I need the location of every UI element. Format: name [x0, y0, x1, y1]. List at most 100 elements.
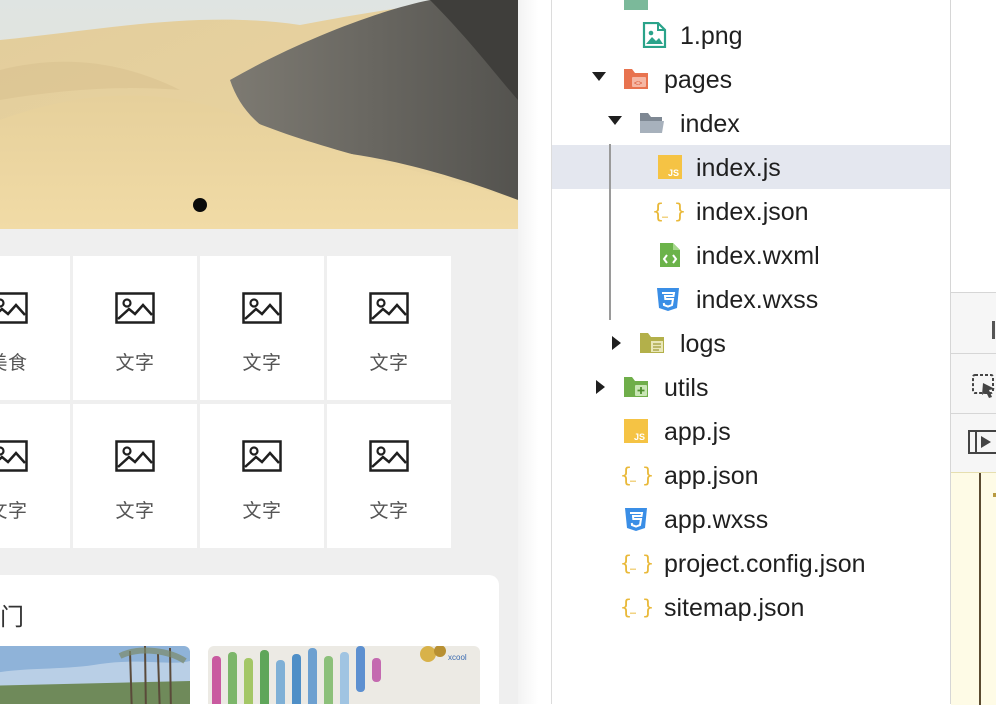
tree-item-label: utils — [664, 374, 709, 402]
console-gutter-line — [979, 473, 981, 705]
tree-indent-guide — [609, 144, 611, 320]
svg-text:}: } — [642, 595, 654, 619]
play-panel-icon[interactable] — [967, 429, 996, 455]
debugger-toolbar — [951, 292, 996, 473]
tree-item-pages[interactable]: <> pages — [552, 57, 951, 101]
svg-text:JS: JS — [668, 168, 679, 178]
folder-icon — [624, 0, 648, 10]
colorful-banner-photo: xcool — [208, 646, 480, 704]
tree-item-logs[interactable]: logs — [552, 321, 951, 365]
colorful-thumbnail[interactable]: xcool — [208, 646, 480, 704]
chevron-down-icon[interactable] — [592, 72, 606, 81]
hot-section-card: 门 xcool — [0, 575, 499, 704]
grid-item[interactable]: 文字 — [73, 256, 197, 400]
json-file-icon: { … } — [620, 551, 654, 575]
file-explorer: 1.png <> pages index JS index.js { … } i… — [551, 0, 951, 704]
landscape-thumbnail[interactable] — [0, 646, 190, 704]
grid-item-label: 文字 — [0, 501, 28, 522]
tree-item-label: pages — [664, 66, 733, 94]
wxml-file-icon — [660, 243, 680, 267]
image-placeholder-icon — [242, 440, 282, 472]
svg-text:<>: <> — [634, 81, 642, 88]
tree-item-app-js[interactable]: JS app.js — [552, 409, 951, 453]
tree-item-label: app.json — [664, 462, 759, 490]
chevron-right-icon[interactable] — [612, 336, 621, 350]
tree-item-1-png[interactable]: 1.png — [552, 13, 951, 57]
tree-item-label: index.js — [696, 154, 781, 182]
svg-text:…: … — [630, 562, 636, 573]
svg-text:…: … — [630, 474, 636, 485]
tree-item-index-folder[interactable]: index — [552, 101, 951, 145]
folder-icon — [640, 333, 664, 353]
banner-watermark-text: xcool — [448, 653, 467, 662]
tree-item-label: index — [680, 110, 740, 138]
grid-item[interactable]: 文字 — [327, 404, 451, 548]
inspect-element-icon[interactable] — [971, 373, 996, 399]
tree-item-label: index.wxml — [696, 242, 820, 270]
image-placeholder-icon — [0, 292, 28, 324]
tree-item-label: index.json — [696, 198, 809, 226]
grid-item[interactable]: 美食 — [0, 256, 70, 400]
chevron-down-icon[interactable] — [608, 116, 622, 125]
image-file-icon — [642, 22, 667, 48]
tree-item-index-wxss[interactable]: index.wxss — [552, 277, 951, 321]
grid-item-label: 美食 — [0, 353, 28, 374]
chevron-right-icon[interactable] — [596, 380, 605, 394]
image-placeholder-icon — [369, 292, 409, 324]
css-file-icon — [657, 288, 679, 311]
image-placeholder-icon — [369, 440, 409, 472]
console-area — [951, 472, 996, 705]
grid-item-label: 文字 — [115, 353, 155, 374]
svg-text:}: } — [642, 551, 654, 575]
grid-item-label: 文字 — [115, 501, 155, 522]
toolbar-divider — [951, 353, 996, 354]
tree-item-label: logs — [680, 330, 726, 358]
folder-open-icon — [640, 113, 664, 133]
image-placeholder-icon — [242, 292, 282, 324]
tree-item-utils[interactable]: utils — [552, 365, 951, 409]
grid-item[interactable]: 文字 — [0, 404, 70, 548]
toolbar-divider — [951, 413, 996, 414]
svg-text:}: } — [674, 199, 686, 223]
grid-item-label: 文字 — [369, 353, 409, 374]
section-title: 门 — [0, 604, 24, 631]
tree-item-index-json[interactable]: { … } index.json — [552, 189, 951, 233]
json-file-icon: { … } — [620, 595, 654, 619]
grid-item[interactable]: 文字 — [200, 404, 324, 548]
js-file-icon: JS — [624, 419, 648, 443]
grid-item-label: 文字 — [242, 353, 282, 374]
tree-item-label: app.wxss — [664, 506, 769, 534]
svg-text:…: … — [630, 606, 636, 617]
grid-item[interactable]: 文字 — [200, 256, 324, 400]
tree-item-label: 1.png — [680, 22, 743, 50]
svg-text:…: … — [662, 210, 668, 221]
tree-item-sitemap-json[interactable]: { … } sitemap.json — [552, 585, 951, 629]
desert-banner-image — [0, 0, 518, 229]
grid-item[interactable]: 文字 — [73, 404, 197, 548]
css-file-icon — [625, 508, 647, 531]
tree-item-label: app.js — [664, 418, 731, 446]
banner-swiper[interactable] — [0, 0, 518, 229]
tree-item-label: project.config.json — [664, 550, 866, 578]
image-placeholder-icon — [0, 440, 28, 472]
cursor-caret — [992, 321, 995, 339]
tree-item-index-js[interactable]: JS index.js — [552, 145, 951, 189]
grid-item[interactable]: 文字 — [327, 256, 451, 400]
utils-folder-icon — [624, 377, 648, 397]
image-placeholder-icon — [115, 292, 155, 324]
image-placeholder-icon — [115, 440, 155, 472]
tree-item-index-wxml[interactable]: index.wxml — [552, 233, 951, 277]
simulator-edge — [518, 0, 552, 704]
grid-item-label: 文字 — [242, 501, 282, 522]
grid-item-label: 文字 — [369, 501, 409, 522]
json-file-icon: { … } — [652, 199, 686, 223]
json-file-icon: { … } — [620, 463, 654, 487]
swiper-indicator-dot[interactable] — [193, 198, 207, 212]
simulator-viewport: 美食 文字 文字 文字 文字 — [0, 0, 518, 704]
tree-item-project-config-json[interactable]: { … } project.config.json — [552, 541, 951, 585]
debugger-panel — [950, 0, 996, 705]
tree-item-app-wxss[interactable]: app.wxss — [552, 497, 951, 541]
svg-text:}: } — [642, 463, 654, 487]
tree-item-label: sitemap.json — [664, 594, 805, 622]
tree-item-app-json[interactable]: { … } app.json — [552, 453, 951, 497]
